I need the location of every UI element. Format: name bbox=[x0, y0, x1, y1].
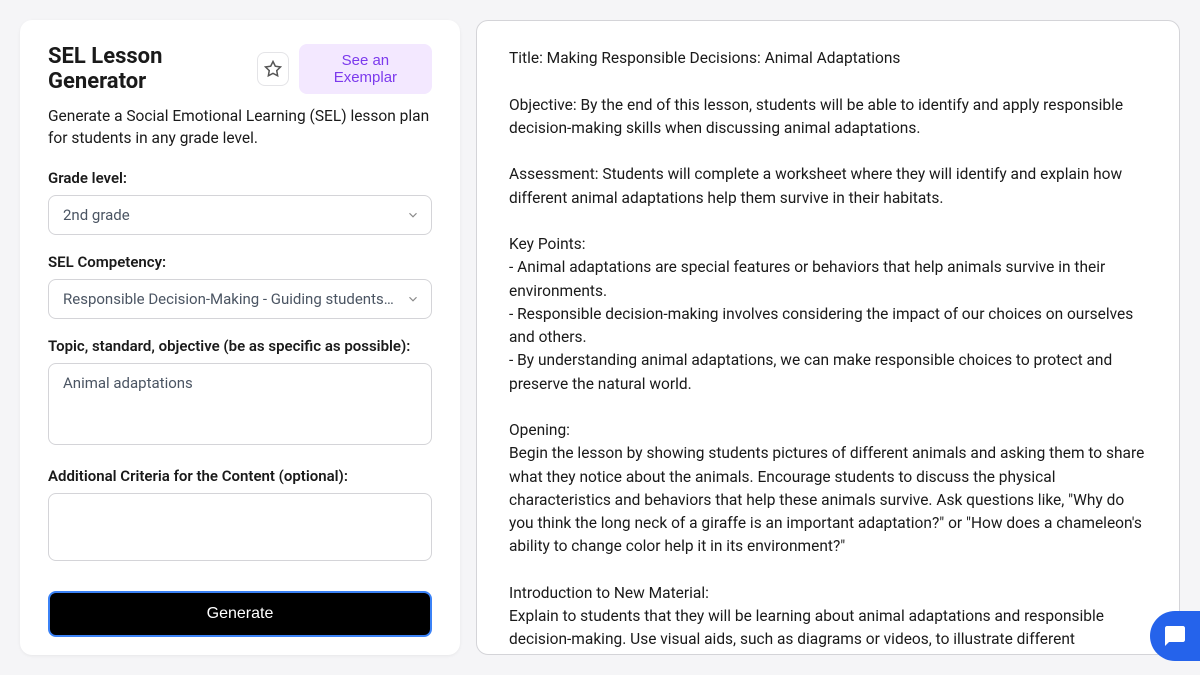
chat-widget-button[interactable] bbox=[1150, 611, 1200, 661]
grade-label: Grade level: bbox=[48, 169, 432, 187]
page-title: SEL Lesson Generator bbox=[48, 44, 247, 94]
competency-select[interactable]: Responsible Decision-Making - Guiding st… bbox=[48, 279, 432, 319]
additional-label: Additional Criteria for the Content (opt… bbox=[48, 467, 432, 485]
tool-description: Generate a Social Emotional Learning (SE… bbox=[48, 106, 432, 149]
competency-field-group: SEL Competency: Responsible Decision-Mak… bbox=[48, 253, 432, 319]
header-row: SEL Lesson Generator See an Exemplar bbox=[48, 44, 432, 94]
additional-field-group: Additional Criteria for the Content (opt… bbox=[48, 467, 432, 565]
exemplar-button[interactable]: See an Exemplar bbox=[299, 44, 432, 94]
additional-textarea[interactable] bbox=[48, 493, 432, 561]
star-icon bbox=[264, 60, 282, 78]
competency-label: SEL Competency: bbox=[48, 253, 432, 271]
grade-field-group: Grade level: 2nd grade bbox=[48, 169, 432, 235]
topic-label: Topic, standard, objective (be as specif… bbox=[48, 337, 432, 355]
grade-select[interactable]: 2nd grade bbox=[48, 195, 432, 235]
grade-select-wrap: 2nd grade bbox=[48, 195, 432, 235]
lesson-output-text: Title: Making Responsible Decisions: Ani… bbox=[509, 47, 1147, 655]
topic-field-group: Topic, standard, objective (be as specif… bbox=[48, 337, 432, 449]
form-panel: SEL Lesson Generator See an Exemplar Gen… bbox=[20, 20, 460, 655]
topic-textarea[interactable] bbox=[48, 363, 432, 445]
chat-icon bbox=[1163, 624, 1187, 648]
output-panel: Title: Making Responsible Decisions: Ani… bbox=[476, 20, 1180, 655]
competency-select-wrap: Responsible Decision-Making - Guiding st… bbox=[48, 279, 432, 319]
favorite-button[interactable] bbox=[257, 52, 288, 86]
generate-button[interactable]: Generate bbox=[48, 591, 432, 637]
